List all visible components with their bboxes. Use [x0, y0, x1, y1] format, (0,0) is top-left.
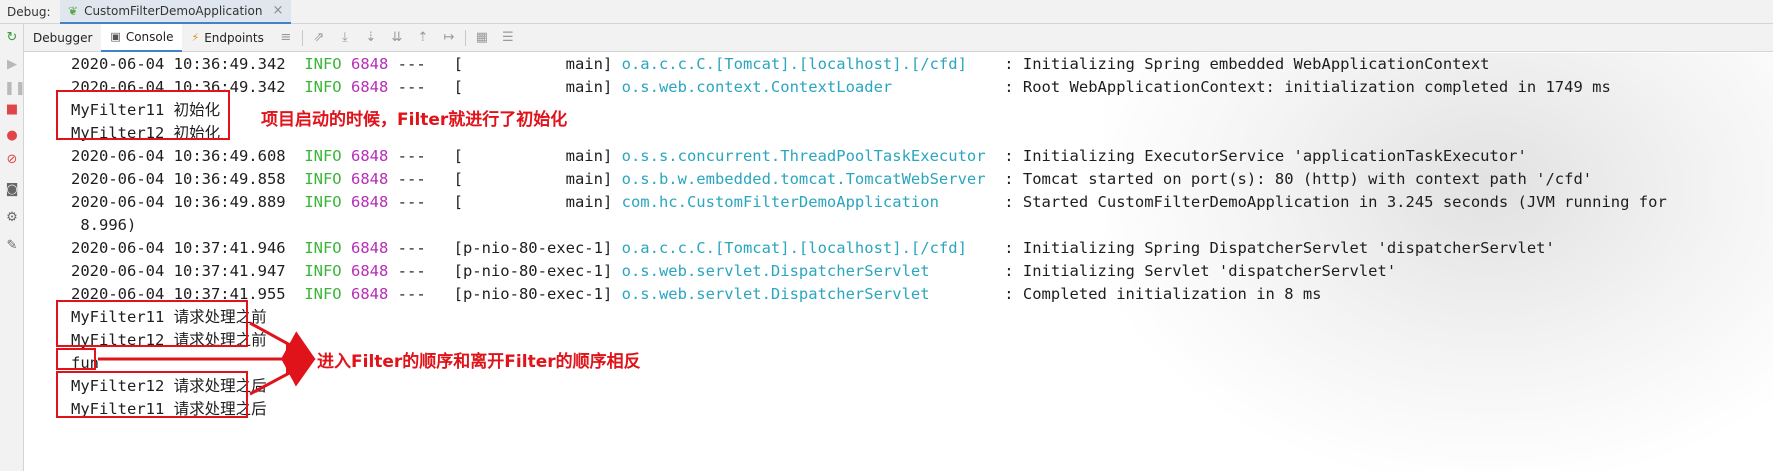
arrow-after	[249, 359, 316, 396]
arrow-before	[249, 321, 316, 359]
annotation-arrows	[98, 321, 316, 396]
